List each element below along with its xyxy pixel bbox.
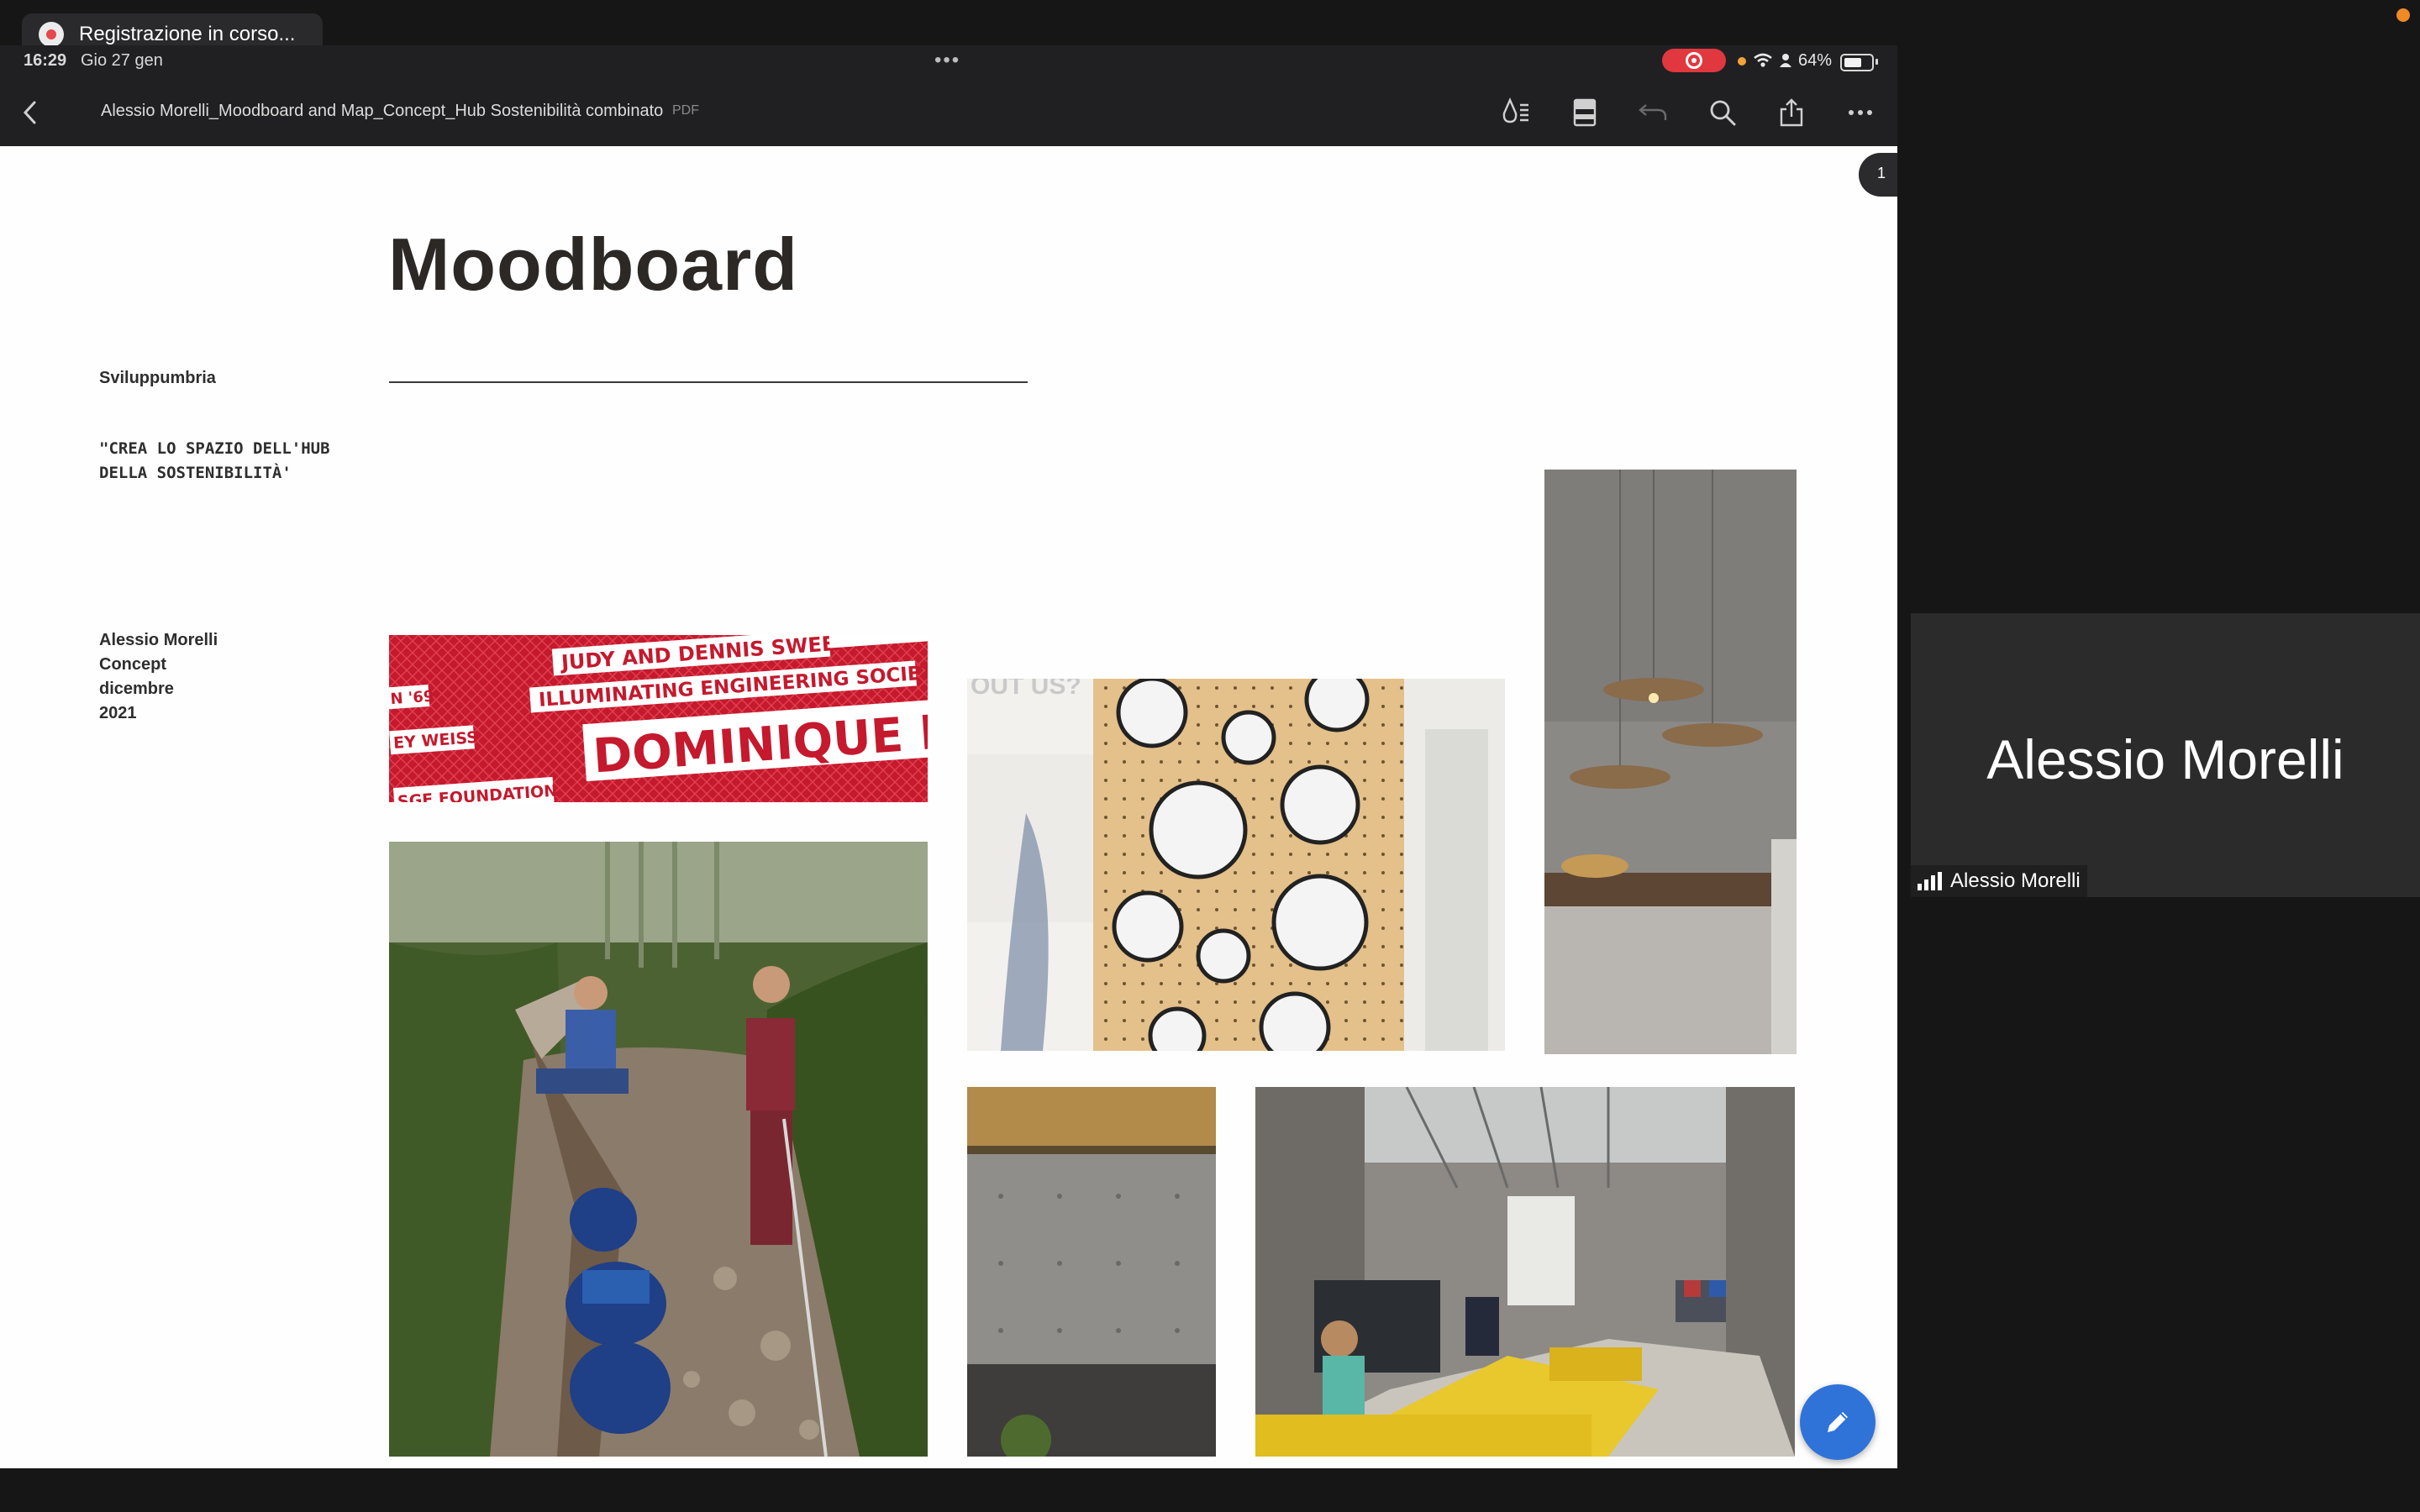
participant-name-tag: Alessio Morelli xyxy=(1911,865,2087,897)
photo-hikers-forest xyxy=(389,842,928,1457)
pencil-icon xyxy=(1828,1412,1848,1432)
ipad-status-bar: 16:29 Gio 27 gen ••• 64% xyxy=(0,45,1897,79)
undo-button[interactable] xyxy=(1635,94,1672,131)
credit-phase: Concept xyxy=(99,655,166,674)
markup-icon xyxy=(1502,97,1528,123)
page-layout-button[interactable] xyxy=(1566,94,1603,131)
status-dot xyxy=(2396,8,2410,22)
document-title: Alessio Morelli_Moodboard and Map_Concep… xyxy=(101,102,664,120)
pdf-toolbar: Alessio Morelli_Moodboard and Map_Concep… xyxy=(0,79,1897,146)
photo-pendant-lamps xyxy=(1544,470,1797,1054)
photo-industrial-coworking xyxy=(1255,1087,1795,1457)
markup-button[interactable] xyxy=(1497,94,1534,131)
edit-button[interactable] xyxy=(1800,1384,1876,1460)
battery-percentage: 64% xyxy=(1798,51,1833,70)
wall-text: OUT US? xyxy=(971,679,1081,700)
search-button[interactable] xyxy=(1704,94,1741,131)
project-tagline: "CREA LO SPAZIO DELL'HUB DELLA SOSTENIBI… xyxy=(99,439,330,482)
signal-strength-icon xyxy=(1918,872,1942,890)
microphone-in-use-dot xyxy=(1738,57,1746,66)
document-type: PDF xyxy=(672,103,699,118)
more-icon xyxy=(1849,110,1872,115)
page-layout-icon xyxy=(1573,98,1597,127)
sign-text-4: N '69 xyxy=(390,688,434,709)
status-time: 16:29 xyxy=(24,51,67,70)
back-button[interactable] xyxy=(12,94,49,131)
chevron-left-icon xyxy=(23,101,36,124)
record-icon xyxy=(39,22,64,47)
search-icon xyxy=(1710,100,1736,126)
moodboard-title: Moodboard xyxy=(388,223,799,306)
more-button[interactable] xyxy=(1842,94,1879,131)
participant-label: Alessio Morelli xyxy=(1950,869,2081,892)
title-underline xyxy=(389,381,1028,383)
credit-author: Alessio Morelli xyxy=(99,631,218,649)
wifi-icon xyxy=(1754,53,1772,67)
pdf-page[interactable]: 1 Moodboard Sviluppumbria "CREA LO SPAZI… xyxy=(0,146,1897,1468)
battery-icon xyxy=(1840,54,1874,71)
share-icon xyxy=(1780,98,1803,127)
multitasking-dots-icon[interactable]: ••• xyxy=(934,49,960,72)
participant-tile[interactable]: Alessio Morelli xyxy=(1911,613,2420,897)
share-button[interactable] xyxy=(1773,94,1810,131)
credit-year: 2021 xyxy=(99,704,137,722)
brand-name: Sviluppumbria xyxy=(99,369,216,387)
credit-month: dicembre xyxy=(99,680,174,698)
credits-block: Alessio Morelli Concept dicembre 2021 xyxy=(99,628,218,726)
photo-red-signage: JUDY AND DENNIS SWEENEY ILLUMINATING ENG… xyxy=(389,635,928,802)
undo-icon xyxy=(1639,104,1667,120)
status-date: Gio 27 gen xyxy=(81,51,163,70)
screen-recording-indicator[interactable] xyxy=(1662,49,1726,72)
photo-concrete-wall xyxy=(967,1087,1216,1457)
page-number-badge[interactable]: 1 xyxy=(1859,153,1897,197)
participant-display-name: Alessio Morelli xyxy=(1986,728,2344,790)
battery-tip xyxy=(1876,59,1878,65)
page-number: 1 xyxy=(1877,165,1886,181)
photo-pegboard-portraits: OUT US? xyxy=(967,679,1505,1051)
recording-label: Registrazione in corso... xyxy=(79,23,296,45)
person-icon xyxy=(1780,54,1791,67)
shared-screen: 16:29 Gio 27 gen ••• 64% Alessio Morelli… xyxy=(0,45,1897,1468)
